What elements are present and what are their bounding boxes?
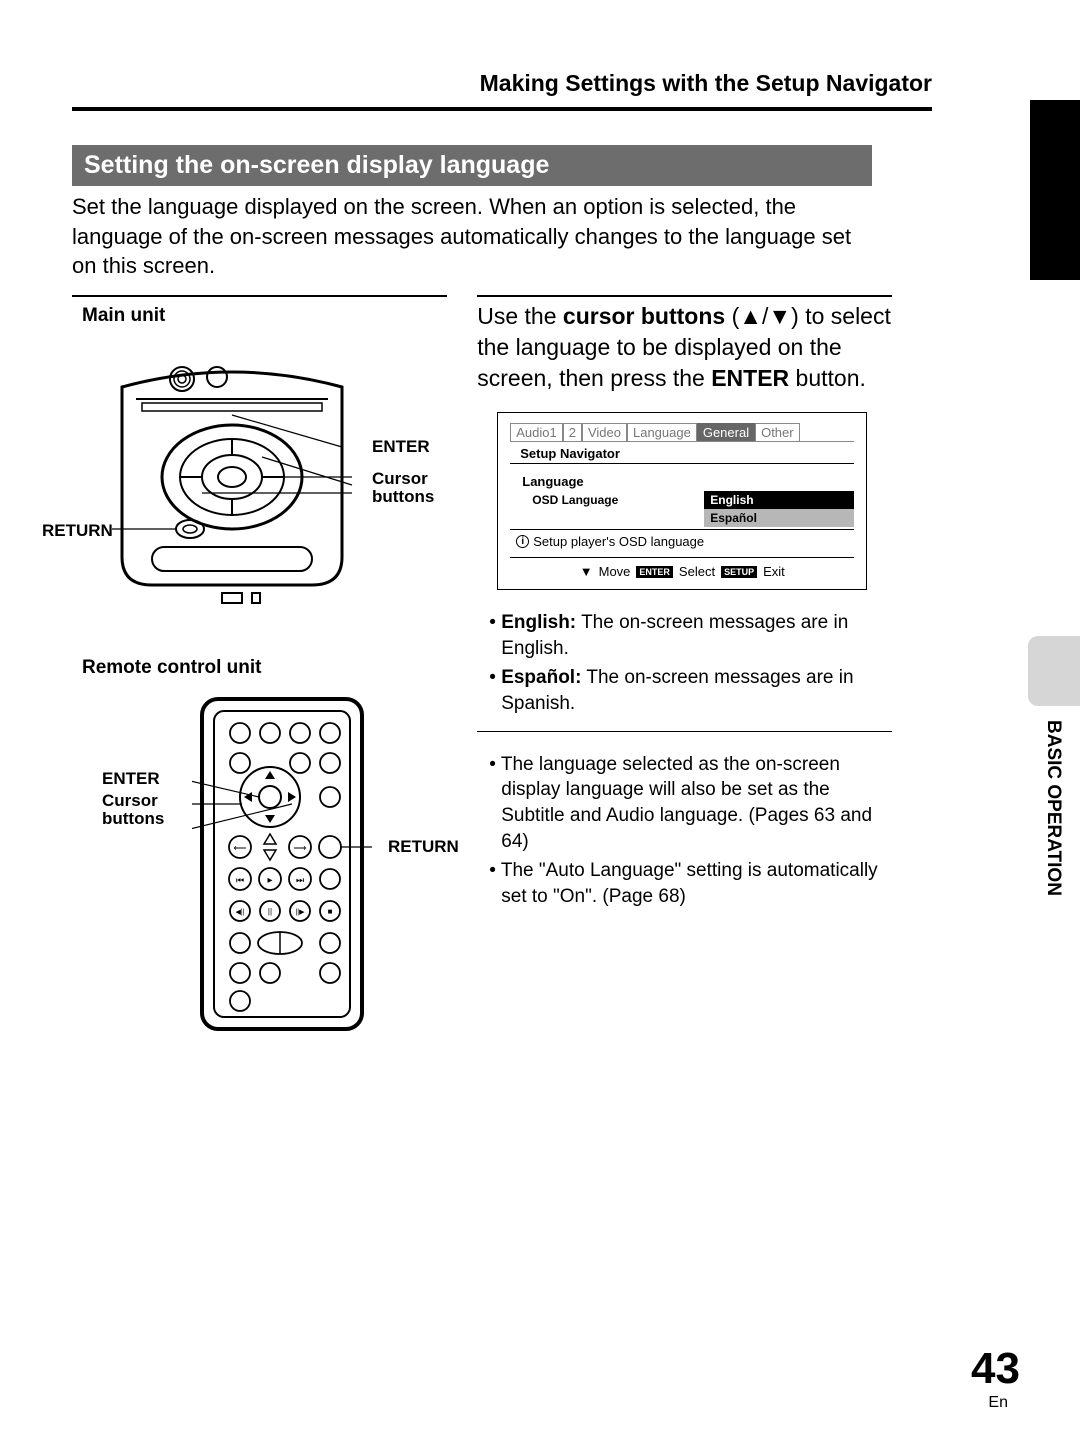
callout-enter-2: ENTER (102, 769, 160, 789)
note-2: The "Auto Language" setting is automatic… (501, 860, 878, 907)
osd-osd-language-label: OSD Language (510, 491, 704, 509)
svg-text:||: || (268, 907, 272, 916)
osd-description: i Setup player's OSD language (510, 529, 854, 553)
list-item: • The "Auto Language" setting is automat… (489, 858, 892, 909)
svg-text:⟶: ⟶ (294, 843, 307, 853)
section-title-bar: Setting the on-screen display language (72, 145, 872, 186)
callout-enter: ENTER (372, 437, 430, 457)
instr-enter: ENTER (711, 365, 789, 391)
osd-setup-btn: SETUP (721, 566, 757, 578)
osd-tab-video: Video (582, 423, 627, 441)
side-label-basic-operation: BASIC OPERATION (1042, 720, 1064, 896)
osd-nav-title: Setup Navigator (510, 442, 854, 464)
callout-cursor-2: Cursor (102, 791, 158, 811)
instruction-text: Use the cursor buttons (▲/▼) to select t… (477, 301, 892, 394)
osd-desc-text: Setup player's OSD language (533, 534, 704, 549)
osd-option-espanol: Español (704, 509, 854, 527)
main-unit-diagram: ENTER Cursor buttons RETURN (72, 337, 442, 627)
svg-text:◀||: ◀|| (235, 909, 244, 916)
language-description-list: • English: The on-screen messages are in… (489, 610, 892, 717)
osd-exit: Exit (763, 564, 785, 579)
info-icon: i (516, 535, 529, 548)
page-header: Making Settings with the Setup Navigator (72, 70, 1012, 107)
side-label-english: English (1043, 160, 1064, 225)
osd-tab-2: 2 (563, 423, 582, 441)
svg-text:⟵: ⟵ (234, 843, 247, 853)
instr-post: button. (789, 365, 866, 391)
callout-cursor: Cursor (372, 469, 428, 489)
list-item: • English: The on-screen messages are in… (489, 610, 892, 661)
instr-pre: Use the (477, 303, 563, 329)
osd-move: Move (599, 564, 631, 579)
svg-text:▸: ▸ (267, 875, 272, 886)
osd-enter-btn: ENTER (636, 566, 673, 578)
osd-screenshot: Audio1 2 Video Language General Other Se… (497, 412, 867, 590)
osd-tabs: Audio1 2 Video Language General Other (510, 423, 854, 442)
page-lang: En (988, 1394, 1008, 1412)
callout-return: RETURN (42, 521, 113, 541)
espanol-lead: Español: (501, 667, 581, 688)
svg-text:■: ■ (328, 907, 333, 916)
separator (477, 731, 892, 732)
english-lead: English: (501, 612, 576, 633)
instr-cursor-buttons: cursor buttons (563, 303, 725, 329)
down-arrow-icon: ▼ (580, 564, 593, 579)
svg-text:⏮: ⏮ (236, 875, 244, 885)
callout-return-2: RETURN (388, 837, 459, 857)
left-column: Main unit (72, 295, 447, 1049)
page-number: 43 (971, 1344, 1020, 1394)
list-item: • The language selected as the on-screen… (489, 752, 892, 855)
remote-diagram: ⟵ ⟶ ⏮ ▸ ⏭ ◀|| || ||▶ ■ (72, 689, 442, 1049)
list-item: • Español: The on-screen messages are in… (489, 665, 892, 716)
osd-footer: ▼ Move ENTER Select SETUP Exit (510, 557, 854, 579)
osd-tab-other: Other (755, 423, 800, 441)
svg-text:⏭: ⏭ (296, 875, 304, 885)
callout-buttons-2: buttons (102, 809, 164, 829)
svg-text:||▶: ||▶ (295, 909, 305, 916)
header-rule (72, 107, 932, 111)
main-unit-label: Main unit (82, 305, 447, 327)
notes-list: • The language selected as the on-screen… (489, 752, 892, 910)
osd-select: Select (679, 564, 715, 579)
section-intro: Set the language displayed on the screen… (72, 192, 872, 281)
osd-language-heading: Language (510, 464, 854, 491)
right-column: Use the cursor buttons (▲/▼) to select t… (477, 295, 892, 1049)
callout-buttons: buttons (372, 487, 434, 507)
osd-tab-general: General (697, 423, 755, 441)
remote-unit-label: Remote control unit (82, 657, 447, 679)
osd-tab-language: Language (627, 423, 697, 441)
note-1: The language selected as the on-screen d… (501, 754, 872, 852)
osd-tab-audio1: Audio1 (510, 423, 562, 441)
side-tab-gray (1028, 636, 1080, 706)
osd-option-english: English (704, 491, 854, 509)
